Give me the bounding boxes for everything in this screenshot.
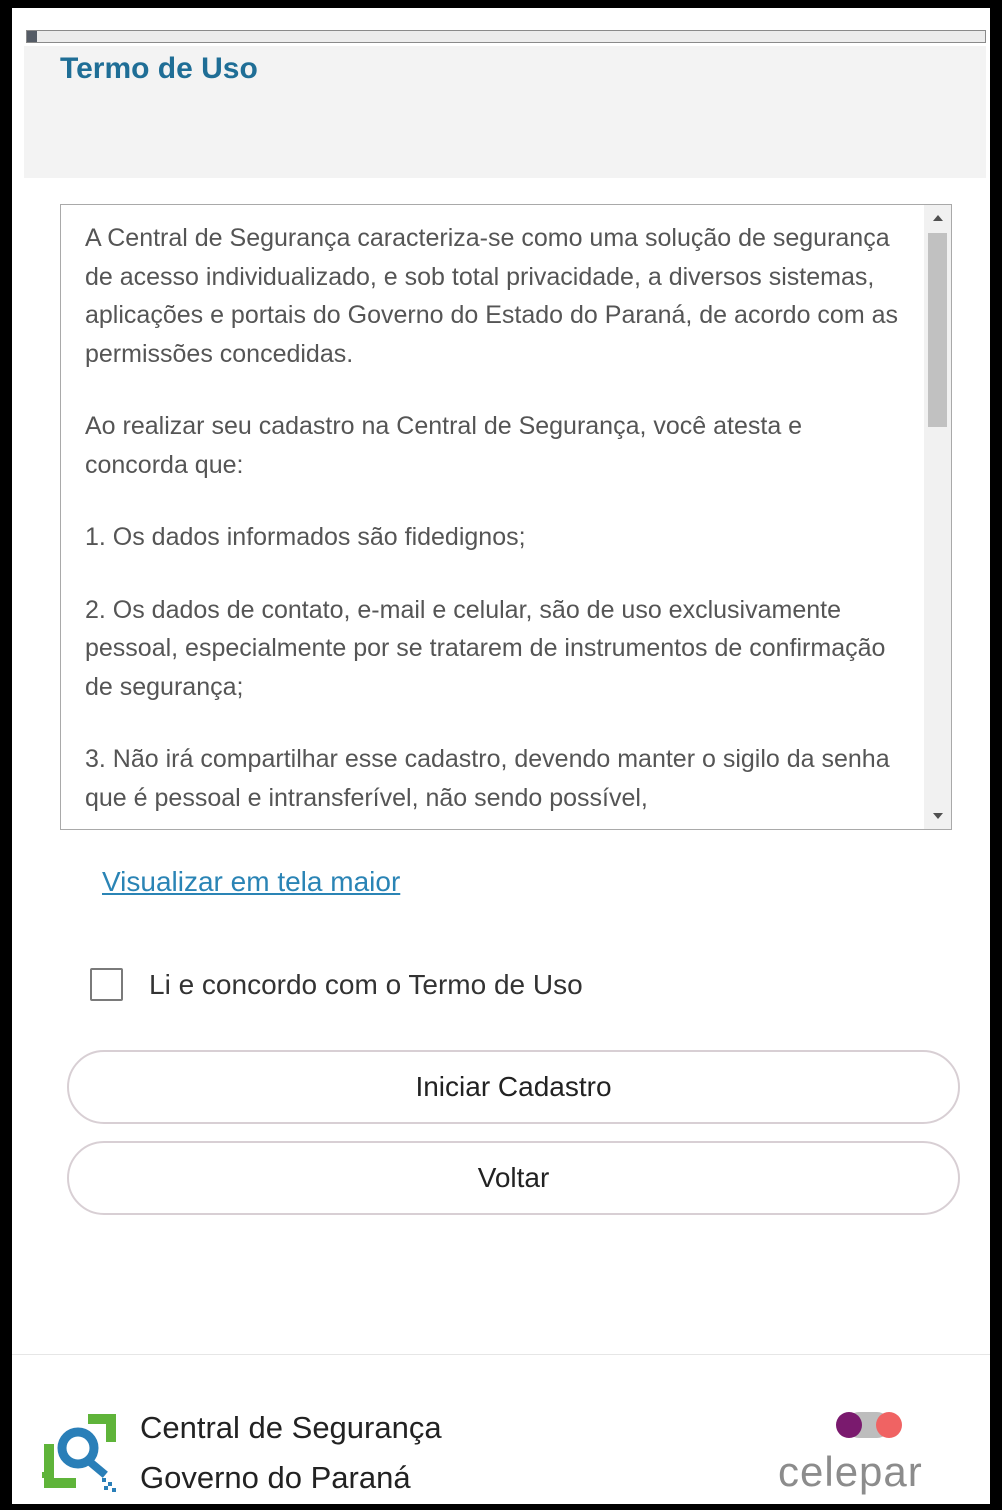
terms-text: A Central de Segurança caracteriza-se co… [85, 219, 905, 829]
start-registration-button[interactable]: Iniciar Cadastro [67, 1050, 960, 1124]
terms-paragraph: Ao realizar seu cadastro na Central de S… [85, 412, 803, 479]
celepar-logo-icon [836, 1412, 902, 1438]
terms-paragraph: A Central de Segurança caracteriza-se co… [85, 224, 899, 368]
brand-subtitle: Governo do Paraná [140, 1460, 411, 1495]
terms-paragraph: 2. Os dados de contato, e-mail e celular… [85, 595, 886, 701]
terms-textarea[interactable]: A Central de Segurança caracteriza-se co… [60, 204, 952, 830]
agreement-label[interactable]: Li e concordo com o Termo de Uso [149, 969, 583, 1001]
scroll-thumb[interactable] [928, 233, 947, 427]
scroll-up-arrow-icon[interactable] [924, 207, 951, 229]
page-container: Termo de Uso A Central de Segurança cara… [12, 8, 990, 1504]
progress-bar [26, 30, 986, 43]
terms-scrollbar[interactable] [924, 205, 951, 829]
scroll-down-arrow-icon[interactable] [924, 805, 951, 827]
agreement-row: Li e concordo com o Termo de Uso [90, 968, 583, 1001]
back-button[interactable]: Voltar [67, 1141, 960, 1215]
security-center-logo-icon [42, 1414, 116, 1492]
terms-paragraph: 3. Não irá compartilhar esse cadastro, d… [85, 745, 890, 812]
progress-bar-fill [27, 31, 37, 42]
page-title: Termo de Uso [60, 52, 258, 85]
view-larger-link[interactable]: Visualizar em tela maior [102, 866, 400, 898]
celepar-logo-text: celepar [778, 1448, 923, 1495]
agreement-checkbox[interactable] [90, 968, 123, 1001]
terms-paragraph: 1. Os dados informados são fidedignos; [85, 523, 526, 551]
brand-name: Central de Segurança [140, 1410, 442, 1445]
footer-divider [12, 1354, 990, 1355]
